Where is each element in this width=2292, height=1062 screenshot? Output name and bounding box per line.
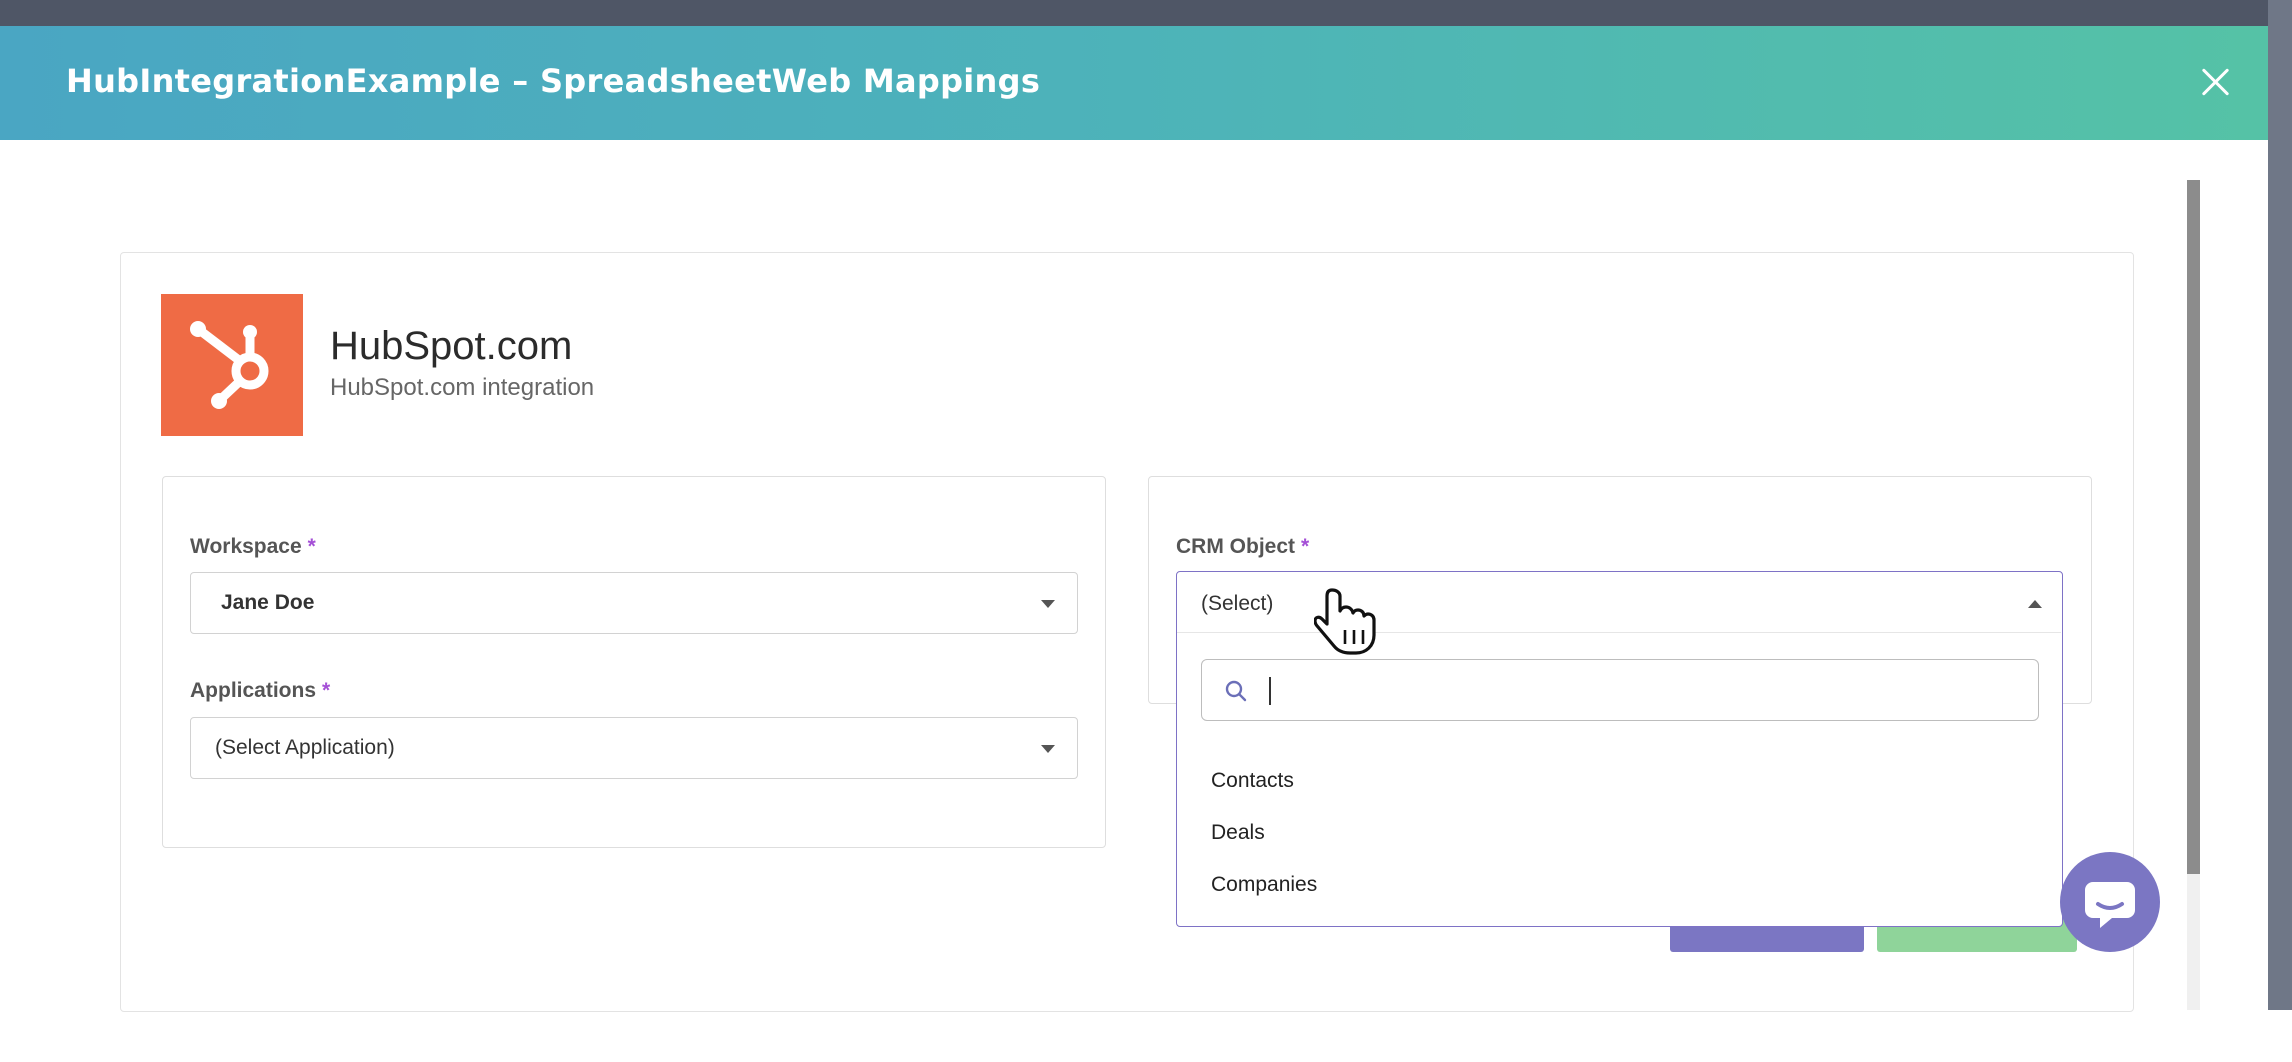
modal-header: HubIntegrationExample – SpreadsheetWeb M… <box>0 26 2268 140</box>
option-companies[interactable]: Companies <box>1211 873 1317 897</box>
crm-object-label-text: CRM Object <box>1176 535 1296 558</box>
required-mark: * <box>307 535 316 558</box>
hand-pointer-cursor <box>1314 588 1376 655</box>
applications-label-text: Applications <box>190 679 317 702</box>
crm-object-value: (Select) <box>1201 592 1274 615</box>
text-caret <box>1269 677 1271 705</box>
scrollbar-thumb[interactable] <box>2187 180 2200 874</box>
page-backdrop-right <box>2268 0 2292 1062</box>
workspace-label: Workspace * <box>190 535 316 559</box>
brand-name: HubSpot.com <box>330 324 573 368</box>
workspace-label-text: Workspace <box>190 535 302 558</box>
chat-icon[interactable] <box>2060 852 2160 952</box>
crm-object-select[interactable]: (Select) Contacts Deals Companies <box>1176 571 2063 927</box>
modal-title: HubIntegrationExample – SpreadsheetWeb M… <box>66 62 1041 100</box>
page-backdrop-top <box>0 0 2292 26</box>
workspace-panel <box>162 476 1106 848</box>
workspace-value: Jane Doe <box>221 591 315 614</box>
crm-search-input[interactable] <box>1262 672 2022 708</box>
option-deals[interactable]: Deals <box>1211 821 1265 845</box>
required-mark: * <box>322 679 331 702</box>
dropdown-divider <box>1177 632 2061 633</box>
brand-subtitle: HubSpot.com integration <box>330 374 595 401</box>
chevron-down-icon <box>1041 745 1055 753</box>
chevron-down-icon <box>1041 600 1055 608</box>
applications-label: Applications * <box>190 679 330 703</box>
applications-select[interactable]: (Select Application) <box>190 717 1078 779</box>
chevron-up-icon <box>2028 600 2042 608</box>
crm-search-box[interactable] <box>1201 659 2039 721</box>
page-backdrop-bottom <box>0 1010 2292 1062</box>
crm-object-label: CRM Object * <box>1176 535 1309 559</box>
close-icon[interactable] <box>2196 62 2236 102</box>
required-mark: * <box>1301 535 1310 558</box>
hubspot-sprocket-icon <box>161 294 303 436</box>
applications-value: (Select Application) <box>215 736 395 759</box>
search-icon <box>1225 680 1247 702</box>
option-contacts[interactable]: Contacts <box>1211 769 1294 793</box>
workspace-select[interactable]: Jane Doe <box>190 572 1078 634</box>
